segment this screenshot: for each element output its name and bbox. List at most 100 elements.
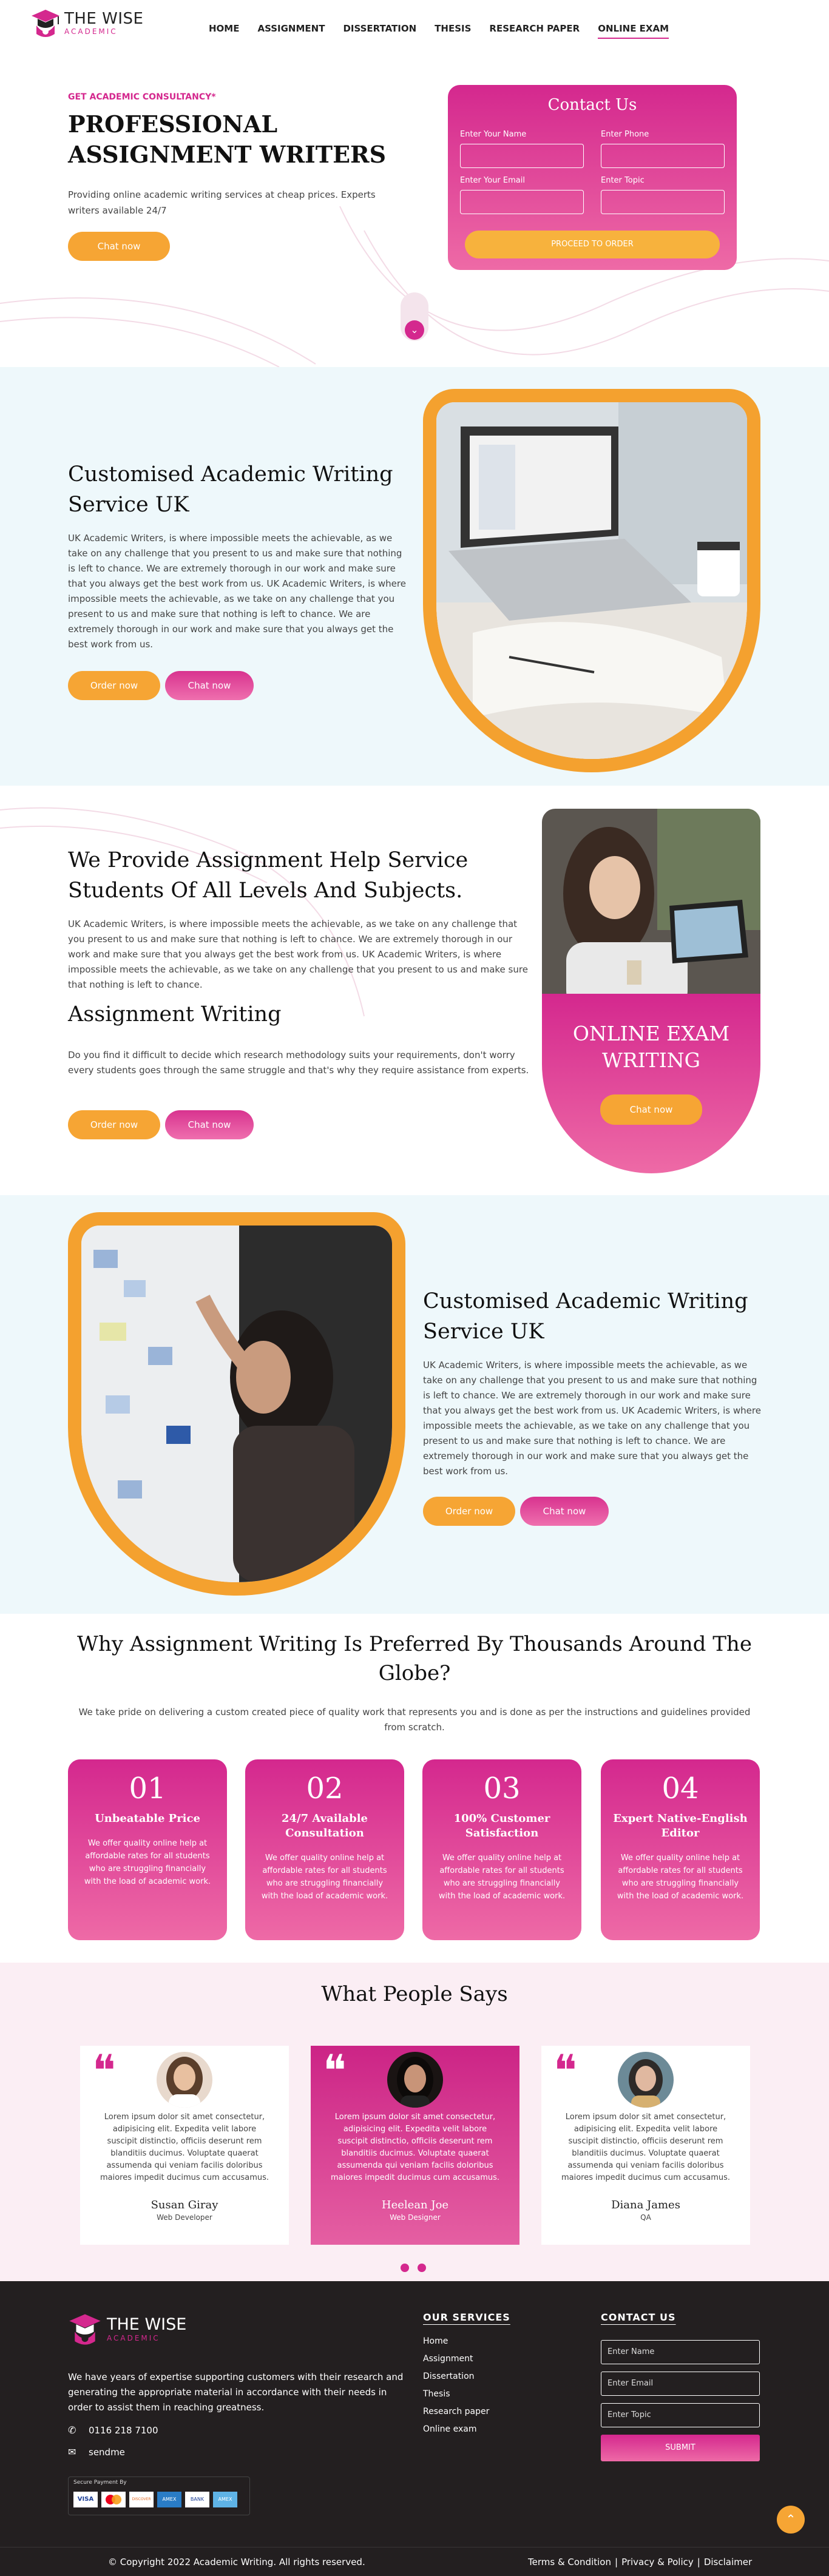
section2-order-button[interactable]: Order now <box>68 1110 160 1139</box>
footer-phone[interactable]: ✆ 0116 218 7100 <box>68 2424 158 2436</box>
section3-chat-button[interactable]: Chat now <box>520 1497 609 1526</box>
topic-input[interactable] <box>601 190 725 214</box>
testimonial-text: Lorem ipsum dolor sit amet consectetur, … <box>561 2112 731 2182</box>
chevron-down-icon[interactable]: ⌄ <box>405 320 424 340</box>
custom-writing-section-2: Customised Academic Writing Service UK U… <box>0 1195 829 1614</box>
student-laptop-photo <box>542 809 760 1000</box>
site-header: THE WISE ACADEMIC HOME ASSIGNMENT DISSER… <box>0 0 829 49</box>
footer-services-title: OUR SERVICES <box>423 2311 510 2323</box>
visa-icon: VISA <box>73 2492 98 2507</box>
feature-card: 01 Unbeatable Price We offer quality onl… <box>68 1759 227 1940</box>
feature-card: 03 100% Customer Satisfaction We offer qu… <box>422 1759 581 1940</box>
separator: | <box>697 2557 700 2568</box>
section3-body: UK Academic Writers, is where impossible… <box>423 1360 761 1477</box>
student-photo <box>542 809 760 1000</box>
section2-title: We Provide Assignment Help Service Stude… <box>68 845 541 906</box>
testimonial-name: Heelean Joe <box>381 2199 449 2211</box>
custom-writing-section: Customised Academic Writing Service UK U… <box>0 367 829 786</box>
section2-chat-button[interactable]: Chat now <box>165 1110 254 1139</box>
footer-email[interactable]: ✉ sendme <box>68 2446 125 2458</box>
feature-name: Expert Native-English Editor <box>601 1812 760 1841</box>
footer-services: OUR SERVICES Home Assignment Dissertatio… <box>423 2311 510 2438</box>
footer-link-home[interactable]: Home <box>423 2333 510 2350</box>
quote-icon: ❝ <box>92 2045 116 2096</box>
section1-chat-button[interactable]: Chat now <box>165 671 254 700</box>
amex-icon: AMEX <box>157 2492 181 2507</box>
bank-icon: BANK <box>185 2492 209 2507</box>
contact-title: Contact Us <box>547 96 637 114</box>
carousel-dot[interactable] <box>418 2264 426 2272</box>
testimonials-title: What People Says <box>321 1982 508 2006</box>
feature-desc: We offer quality online help at affordab… <box>617 1853 744 1901</box>
logo[interactable]: THE WISE ACADEMIC <box>30 7 143 39</box>
footer-link-assignment[interactable]: Assignment <box>423 2350 510 2368</box>
feature-number: 03 <box>483 1772 521 1806</box>
footer-link-dissertation[interactable]: Dissertation <box>423 2368 510 2385</box>
footer-contact-title: CONTACT US <box>601 2311 676 2323</box>
footer-topic-input[interactable]: Enter Topic <box>601 2403 760 2427</box>
feature-name-line1: Expert Native-English <box>613 1812 748 1825</box>
avatar <box>157 2052 212 2108</box>
why-description: We take pride on delivering a custom cre… <box>78 1707 751 1733</box>
main-nav: HOME ASSIGNMENT DISSERTATION THESIS RESE… <box>209 23 687 39</box>
feature-name: Unbeatable Price <box>68 1812 227 1826</box>
secure-payment-box: Secure Payment By VISA DISCOVER AMEX BAN… <box>68 2477 250 2515</box>
laptop-photo-frame <box>423 389 760 772</box>
section1-title-line1: Customised Academic Writing <box>68 462 393 487</box>
name-input[interactable] <box>460 144 584 168</box>
nav-research-paper[interactable]: RESEARCH PAPER <box>489 23 580 39</box>
nav-home[interactable]: HOME <box>209 23 239 39</box>
whiteboard-photo-frame <box>68 1212 405 1596</box>
hero-title-line2: ASSIGNMENT WRITERS <box>68 141 387 168</box>
nav-online-exam[interactable]: ONLINE EXAM <box>598 23 669 39</box>
envelope-icon: ✉ <box>68 2446 76 2458</box>
name-label: Enter Your Name <box>460 130 527 139</box>
terms-link[interactable]: Terms & Condition <box>528 2557 611 2568</box>
footer-link-thesis[interactable]: Thesis <box>423 2385 510 2403</box>
graduation-cap-logo-icon <box>32 10 59 37</box>
hero-section: GET ACADEMIC CONSULTANCY* PROFESSIONAL A… <box>0 49 829 367</box>
nav-assignment[interactable]: ASSIGNMENT <box>257 23 325 39</box>
nav-thesis[interactable]: THESIS <box>435 23 471 39</box>
feature-name: 24/7 Available Consultation <box>245 1812 404 1841</box>
section1-title-line2: Service UK <box>68 493 189 517</box>
secure-payment-label: Secure Payment By <box>73 2480 127 2486</box>
testimonial-card: ❝ Lorem ipsum dolor sit amet consectetur… <box>311 2046 519 2245</box>
why-title-line2: Globe? <box>378 1661 451 1685</box>
assignment-help-section: We Provide Assignment Help Service Stude… <box>0 786 829 1195</box>
feature-name-line1: 100% Customer <box>453 1812 550 1825</box>
disclaimer-link[interactable]: Disclaimer <box>704 2557 752 2568</box>
avatar <box>618 2052 674 2108</box>
hero-chat-button[interactable]: Chat now <box>68 232 170 261</box>
carousel-dot-active[interactable] <box>401 2264 409 2272</box>
section1-order-button[interactable]: Order now <box>68 671 160 700</box>
phone-input[interactable] <box>601 144 725 168</box>
section2-body2: Do you find it difficult to decide which… <box>68 1050 529 1076</box>
proceed-to-order-button[interactable]: PROCEED TO ORDER <box>465 231 720 258</box>
section3-order-button[interactable]: Order now <box>423 1497 515 1526</box>
footer-submit-button[interactable]: SUBMIT <box>601 2435 760 2461</box>
section1-body: UK Academic Writers, is where impossible… <box>68 533 406 650</box>
footer-name-input[interactable]: Enter Name <box>601 2340 760 2364</box>
feature-number: 01 <box>129 1772 166 1806</box>
separator: | <box>615 2557 618 2568</box>
amex-blue-icon: AMEX <box>213 2492 237 2507</box>
footer-link-research-paper[interactable]: Research paper <box>423 2403 510 2421</box>
phone-label: Enter Phone <box>601 130 649 139</box>
payment-logos: VISA DISCOVER AMEX BANK AMEX <box>73 2492 237 2507</box>
feature-desc: We offer quality online help at affordab… <box>84 1839 211 1886</box>
feature-desc: We offer quality online help at affordab… <box>261 1853 388 1901</box>
email-input[interactable] <box>460 190 584 214</box>
privacy-link[interactable]: Privacy & Policy <box>621 2557 694 2568</box>
back-to-top-icon[interactable]: ⌃ <box>777 2506 805 2534</box>
footer-email-input[interactable]: Enter Email <box>601 2372 760 2396</box>
phone-icon: ✆ <box>68 2424 76 2436</box>
footer-logo[interactable]: THE WISE ACADEMIC <box>68 2311 186 2347</box>
online-exam-chat-button[interactable]: Chat now <box>600 1094 702 1125</box>
hero-title-line1: PROFESSIONAL <box>68 110 278 138</box>
footer-link-online-exam[interactable]: Online exam <box>423 2421 510 2438</box>
nav-dissertation[interactable]: DISSERTATION <box>343 23 416 39</box>
footer-brand-name: THE WISE <box>107 2315 187 2334</box>
section3-title-line1: Customised Academic Writing <box>423 1289 748 1313</box>
contact-form: Contact Us Enter Your Name Enter Phone E… <box>448 85 737 270</box>
